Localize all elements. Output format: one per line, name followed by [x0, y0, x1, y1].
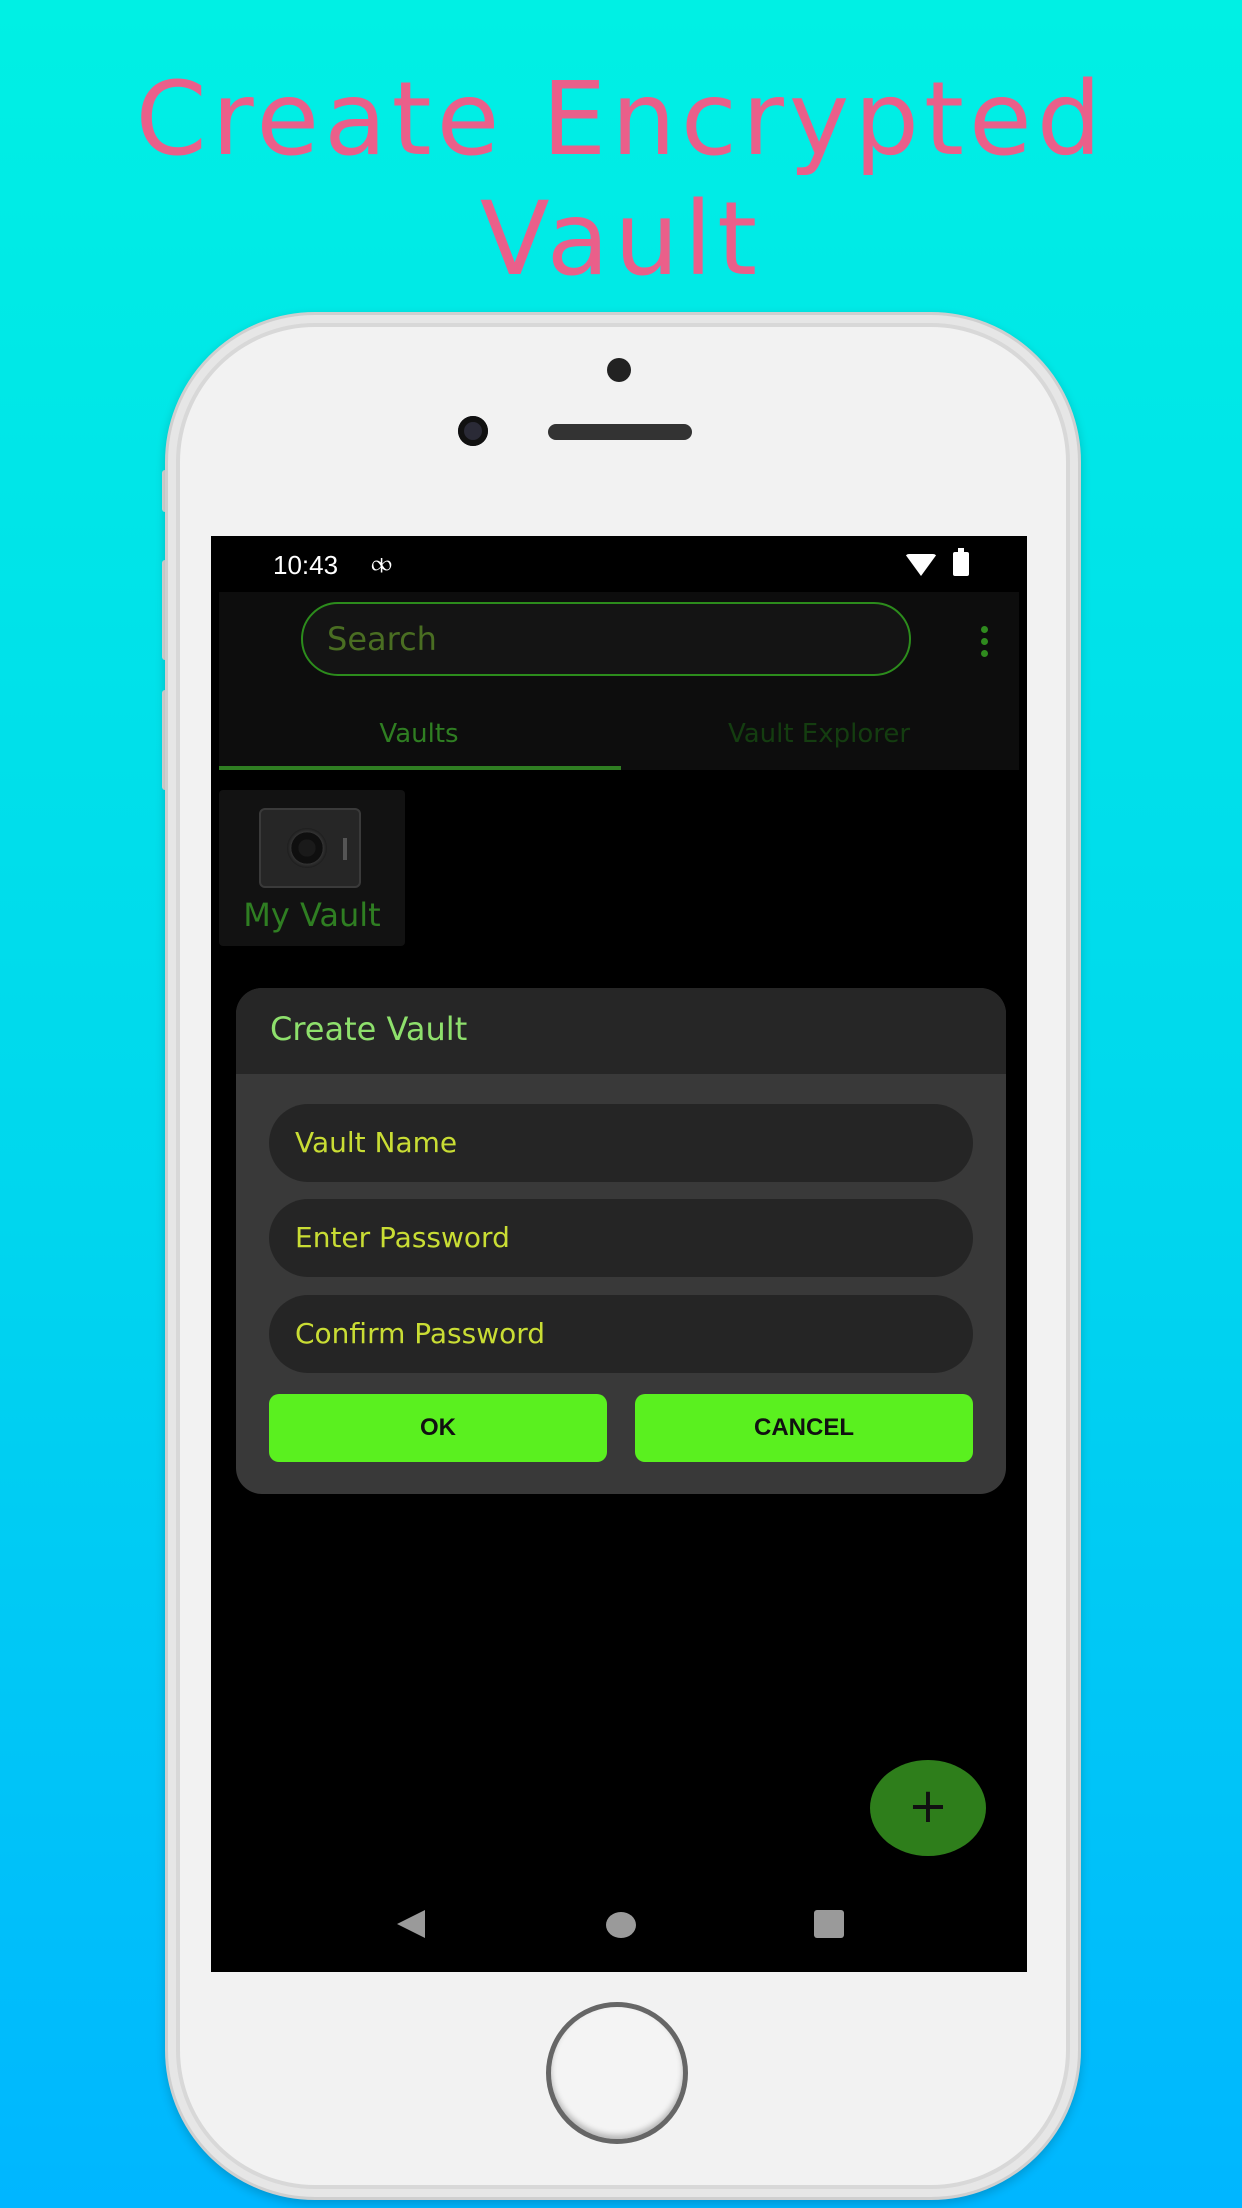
- password-input[interactable]: Enter Password: [269, 1199, 973, 1277]
- sync-icon: ⧞: [371, 548, 393, 578]
- vault-name-input[interactable]: Vault Name: [269, 1104, 973, 1182]
- phone-screen: 10:43 ⧞ Search Vaults Vault Explorer My …: [211, 536, 1027, 1972]
- search-input[interactable]: Search: [301, 602, 911, 676]
- dialog-title: Create Vault: [270, 1010, 468, 1048]
- home-icon[interactable]: [606, 1912, 636, 1938]
- vault-item-label: My Vault: [243, 896, 381, 934]
- create-vault-dialog: Create Vault Vault Name Enter Password C…: [236, 988, 1006, 1494]
- headline: Create Encrypted Vault: [135, 60, 1107, 299]
- status-bar: 10:43 ⧞: [211, 536, 1027, 592]
- add-vault-button[interactable]: +: [870, 1760, 986, 1856]
- earpiece-speaker: [548, 424, 692, 440]
- tab-vault-explorer[interactable]: Vault Explorer: [619, 706, 1019, 770]
- system-nav-bar: [211, 1882, 1027, 1972]
- safe-dial: [287, 828, 327, 868]
- safe-handle: [343, 838, 347, 860]
- dialog-header: Create Vault: [236, 988, 1006, 1074]
- back-icon[interactable]: [397, 1910, 425, 1938]
- safe-icon: [259, 808, 361, 888]
- app-bar: Search: [219, 592, 1019, 706]
- battery-icon: [953, 548, 969, 576]
- tab-bar: Vaults Vault Explorer: [219, 706, 1019, 770]
- vault-item[interactable]: My Vault: [219, 790, 405, 946]
- cancel-button[interactable]: CANCEL: [635, 1394, 973, 1462]
- overflow-menu-icon[interactable]: [981, 626, 989, 662]
- tab-indicator: [219, 766, 621, 770]
- home-button[interactable]: [546, 2002, 688, 2144]
- status-time: 10:43: [273, 550, 339, 580]
- front-sensor: [607, 358, 631, 382]
- ok-button[interactable]: OK: [269, 1394, 607, 1462]
- confirm-password-input[interactable]: Confirm Password: [269, 1295, 973, 1373]
- recent-apps-icon[interactable]: [814, 1910, 844, 1938]
- wifi-icon: [905, 554, 937, 576]
- front-camera-icon: [458, 416, 488, 446]
- tab-vaults[interactable]: Vaults: [219, 706, 619, 770]
